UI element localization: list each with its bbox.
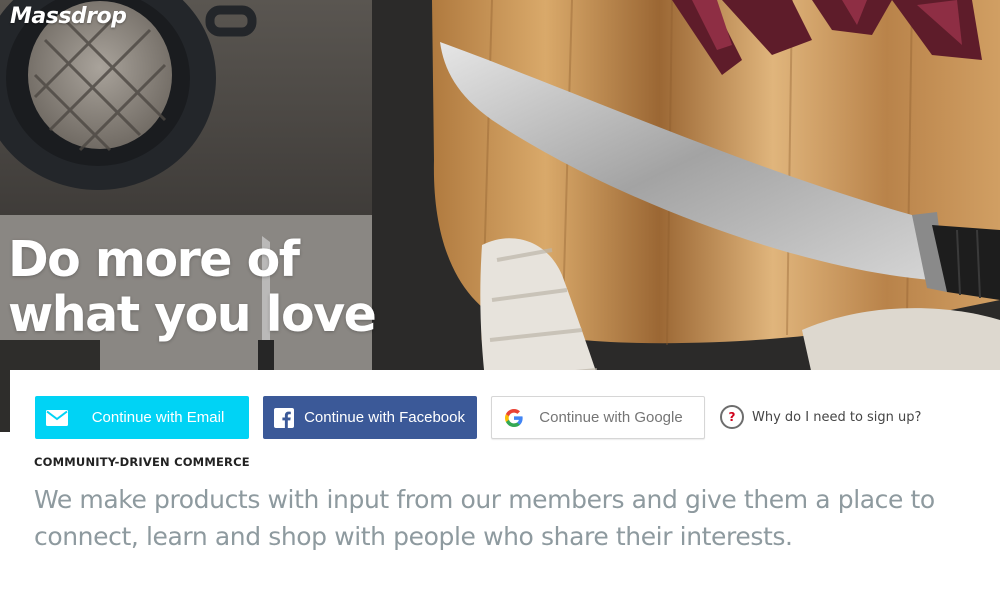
hero-headline-line2: what you love	[8, 286, 377, 343]
continue-with-email-button[interactable]: Continue with Email	[35, 396, 249, 439]
hero-photo-bread	[0, 0, 372, 432]
facebook-button-label: Continue with Facebook	[304, 409, 465, 426]
why-sign-up-link[interactable]: ? Why do I need to sign up?	[720, 405, 921, 429]
continue-with-google-button[interactable]: Continue with Google	[491, 396, 705, 439]
massdrop-logo[interactable]: Massdrop	[10, 4, 127, 29]
continue-with-facebook-button[interactable]: Continue with Facebook	[263, 396, 477, 439]
section-eyebrow: COMMUNITY-DRIVEN COMMERCE	[34, 455, 250, 469]
google-button-label: Continue with Google	[539, 409, 683, 426]
signup-panel: Continue with Email Continue with Facebo…	[10, 370, 1000, 592]
question-icon: ?	[720, 405, 744, 429]
hero-headline-line1: Do more of	[8, 231, 300, 288]
facebook-icon	[263, 396, 304, 439]
why-sign-up-label: Why do I need to sign up?	[752, 409, 922, 425]
hero-banner: Massdrop Do more of what you love	[0, 0, 1000, 432]
email-button-label: Continue with Email	[91, 409, 225, 426]
hero-headline: Do more of what you love	[8, 231, 377, 343]
envelope-icon	[35, 396, 79, 439]
google-icon	[492, 396, 536, 439]
hero-photo-knife	[372, 0, 1000, 432]
mission-tagline: We make products with input from our mem…	[34, 485, 935, 551]
